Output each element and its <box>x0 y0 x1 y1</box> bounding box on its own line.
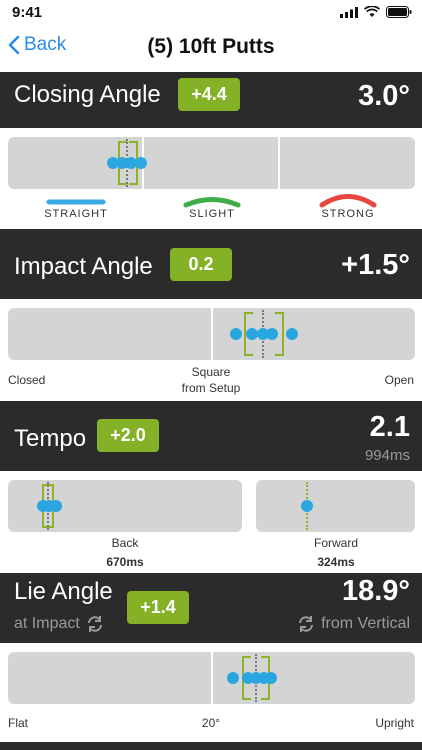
lie-angle-value: 18.9° <box>341 575 410 607</box>
tempo-label: Tempo <box>14 425 87 452</box>
tempo-back-track <box>8 480 242 532</box>
battery-icon <box>386 6 412 18</box>
tempo-delta-badge: +2.0 <box>97 419 159 452</box>
stroke-dot <box>266 328 278 340</box>
impact-right-label: Open <box>384 373 414 387</box>
status-bar: 9:41 <box>0 0 422 24</box>
tempo-header: Tempo +2.0 2.1 994ms <box>0 401 422 471</box>
lie-angle-header: Lie Angle at Impact +1.4 18.9° from Vert… <box>0 573 422 643</box>
legend-strong-bar <box>319 194 377 208</box>
tempo-total-ms: 994ms <box>364 447 410 464</box>
stroke-dot <box>286 328 298 340</box>
status-icons <box>340 6 412 18</box>
lie-angle-label: Lie Angle <box>14 578 113 605</box>
legend-straight-bar <box>46 199 106 205</box>
page-title: (5) 10ft Putts <box>147 35 275 58</box>
stroke-dot <box>301 500 313 512</box>
wifi-icon <box>364 6 380 17</box>
track-divider <box>211 652 213 704</box>
impact-center-label-1: Square <box>191 365 231 379</box>
impact-angle-track <box>8 308 415 360</box>
closing-angle-track <box>8 137 415 189</box>
stroke-dot <box>135 157 147 169</box>
closing-angle-label: Closing Angle <box>14 81 161 108</box>
track-divider <box>211 308 213 360</box>
legend-slight-bar <box>183 197 241 208</box>
impact-angle-delta-badge: 0.2 <box>170 248 232 281</box>
closing-angle-value: 3.0° <box>358 80 410 112</box>
tempo-back-label: Back <box>111 536 139 550</box>
legend-straight-label: STRAIGHT <box>44 208 108 220</box>
lie-left-label: Flat <box>8 716 29 730</box>
impact-angle-label: Impact Angle <box>14 253 153 280</box>
lie-right-label: Upright <box>375 716 414 730</box>
next-section-header-edge <box>0 742 422 750</box>
impact-angle-value: +1.5° <box>341 249 410 281</box>
lie-center-label: 20° <box>201 716 221 730</box>
lie-angle-sub-right: from Vertical <box>297 615 410 633</box>
tempo-forward-label: Forward <box>313 536 358 550</box>
navigation-bar: Back (5) 10ft Putts <box>0 24 422 72</box>
stroke-dot <box>230 328 242 340</box>
tempo-value: 2.1 <box>369 411 410 443</box>
stroke-dot <box>50 500 62 512</box>
legend-slight-label: SLIGHT <box>189 208 235 220</box>
legend-strong-label: STRONG <box>321 208 375 220</box>
closing-angle-delta-badge: +4.4 <box>178 78 240 111</box>
lie-angle-sub-left-text: at Impact <box>14 615 80 632</box>
signal-icon <box>340 6 358 18</box>
tempo-back-ms: 670ms <box>106 555 144 569</box>
lie-angle-delta-badge: +1.4 <box>127 591 189 624</box>
track-divider <box>278 137 280 189</box>
closing-angle-header: Closing Angle +4.4 3.0° <box>0 72 422 128</box>
lie-angle-sub-right-text: from Vertical <box>321 615 410 632</box>
stroke-dot <box>227 672 239 684</box>
impact-left-label: Closed <box>8 373 46 387</box>
tempo-forward-track <box>256 480 415 532</box>
impact-center-label-2: from Setup <box>181 381 241 395</box>
tempo-forward-ms: 324ms <box>317 555 355 569</box>
lie-angle-sub-left: at Impact <box>14 615 104 633</box>
stroke-dot <box>265 672 277 684</box>
swap-icon[interactable] <box>86 615 104 633</box>
impact-angle-header: Impact Angle 0.2 +1.5° <box>0 229 422 299</box>
lie-angle-track <box>8 652 415 704</box>
swap-icon[interactable] <box>297 615 315 633</box>
status-time: 9:41 <box>12 4 43 21</box>
